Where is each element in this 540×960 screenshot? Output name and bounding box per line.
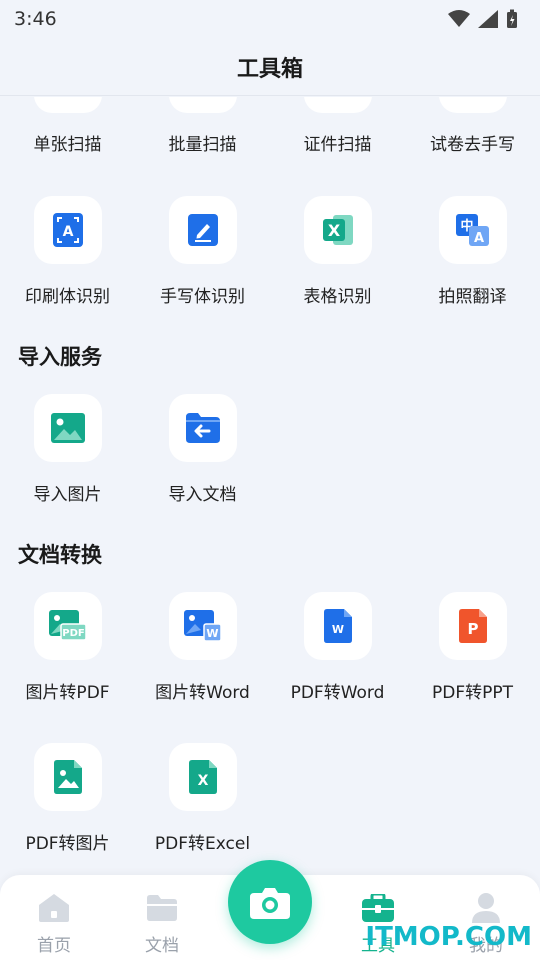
tool-label: 图片转Word xyxy=(155,683,250,703)
image-icon xyxy=(33,394,102,462)
tab-label: 文档 xyxy=(145,936,179,956)
tool-label: 单张扫描 xyxy=(33,135,102,155)
tool-pdf-to-word[interactable]: W PDF转Word xyxy=(270,592,405,703)
pdf-to-image-icon xyxy=(33,743,102,811)
tool-remove-handwriting[interactable]: 试卷去手写 xyxy=(405,97,540,155)
tool-label: 图片转PDF xyxy=(25,683,110,703)
status-time: 3:46 xyxy=(14,8,57,30)
tool-label: PDF转PPT xyxy=(431,683,513,703)
tool-batch-scan[interactable]: 批量扫描 xyxy=(135,97,270,155)
svg-text:A: A xyxy=(473,231,483,246)
status-icons xyxy=(448,9,518,29)
tool-label: 手写体识别 xyxy=(160,287,245,307)
user-icon xyxy=(472,893,500,923)
tool-list[interactable]: 单张扫描 批量扫描 证件扫描 试卷去手写 A 印刷体识别 手写体识别 X 表格识… xyxy=(0,97,540,875)
tool-single-scan[interactable]: 单张扫描 xyxy=(0,97,135,155)
tool-label: 表格识别 xyxy=(303,287,372,307)
svg-text:PDF: PDF xyxy=(62,628,84,639)
tool-label: 证件扫描 xyxy=(303,135,372,155)
section-title-convert: 文档转换 xyxy=(18,543,102,567)
folder-import-icon xyxy=(168,394,237,462)
tool-table-recognition[interactable]: X 表格识别 xyxy=(270,196,405,307)
camera-icon xyxy=(250,888,290,919)
page-title: 工具箱 xyxy=(236,56,303,82)
watermark-logo: ITMOP.COM xyxy=(365,922,532,952)
svg-text:P: P xyxy=(467,620,478,638)
tool-pdf-to-image[interactable]: PDF转图片 xyxy=(0,743,135,854)
tool-label: PDF转图片 xyxy=(25,834,110,854)
translate-icon: 中A xyxy=(438,196,507,264)
image-to-pdf-icon: PDF xyxy=(33,592,102,660)
camera-button[interactable] xyxy=(228,860,312,944)
tool-print-recognition[interactable]: A 印刷体识别 xyxy=(0,196,135,307)
tool-label: 印刷体识别 xyxy=(25,287,110,307)
battery-icon xyxy=(507,9,517,28)
svg-text:X: X xyxy=(197,773,208,789)
tab-home[interactable]: 首页 xyxy=(0,891,108,956)
tool-image-to-word[interactable]: W 图片转Word xyxy=(135,592,270,703)
tool-photo-translate[interactable]: 中A 拍照翻译 xyxy=(405,196,540,307)
tool-label: 拍照翻译 xyxy=(438,287,507,307)
status-bar: 3:46 xyxy=(0,0,540,38)
ppt-icon: P xyxy=(438,592,507,660)
word-icon: W xyxy=(303,592,372,660)
tool-handwriting-recognition[interactable]: 手写体识别 xyxy=(135,196,270,307)
tool-label: 批量扫描 xyxy=(168,135,237,155)
pdf-to-excel-icon: X xyxy=(168,743,237,811)
signal-icon xyxy=(478,10,498,28)
tool-pdf-to-excel[interactable]: X PDF转Excel xyxy=(135,743,270,854)
tool-label: 导入图片 xyxy=(33,485,102,505)
home-icon xyxy=(39,894,69,922)
tool-label: 导入文档 xyxy=(168,485,237,505)
tab-label: 首页 xyxy=(37,936,71,956)
svg-text:W: W xyxy=(331,623,343,636)
tool-label: PDF转Word xyxy=(290,683,385,703)
wifi-icon xyxy=(448,10,470,27)
tool-pdf-to-ppt[interactable]: P PDF转PPT xyxy=(405,592,540,703)
tool-id-scan[interactable]: 证件扫描 xyxy=(270,97,405,155)
tool-import-image[interactable]: 导入图片 xyxy=(0,394,135,505)
remove-handwriting-icon xyxy=(438,97,507,113)
tab-documents[interactable]: 文档 xyxy=(108,891,216,956)
section-title-import: 导入服务 xyxy=(18,345,102,369)
tool-image-to-pdf[interactable]: PDF 图片转PDF xyxy=(0,592,135,703)
page-header: 工具箱 xyxy=(0,38,540,96)
svg-text:X: X xyxy=(327,221,340,240)
id-card-scan-icon xyxy=(303,97,372,113)
toolbox-icon xyxy=(362,894,394,922)
folder-icon xyxy=(147,895,177,921)
handwriting-icon xyxy=(168,196,237,264)
tool-label: 试卷去手写 xyxy=(430,135,515,155)
excel-icon: X xyxy=(303,196,372,264)
tool-import-document[interactable]: 导入文档 xyxy=(135,394,270,505)
image-to-word-icon: W xyxy=(168,592,237,660)
print-text-icon: A xyxy=(33,196,102,264)
svg-text:A: A xyxy=(62,224,73,240)
svg-text:W: W xyxy=(206,627,218,640)
batch-scan-icon xyxy=(168,97,237,113)
tool-label: PDF转Excel xyxy=(154,834,251,854)
single-scan-icon xyxy=(33,97,102,113)
